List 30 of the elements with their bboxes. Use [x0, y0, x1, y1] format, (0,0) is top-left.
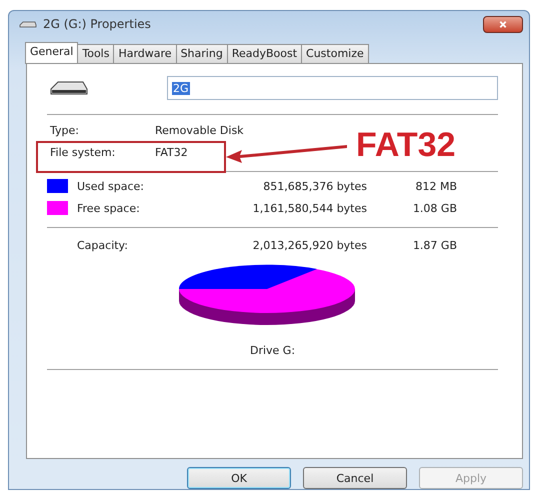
tab[interactable]: General [25, 42, 78, 64]
drive-icon [19, 20, 37, 28]
close-icon [498, 20, 508, 28]
bytes-value: 851,685,376 bytes [262, 180, 367, 192]
tab[interactable]: ReadyBoost [226, 44, 302, 63]
tab[interactable]: Tools [77, 44, 114, 63]
arrow-icon [224, 144, 349, 164]
drive-icon [49, 80, 89, 96]
callout-text: FAT32 [356, 126, 456, 165]
size-value: 1.08 GB [412, 202, 457, 214]
space-label: Used space: [77, 180, 146, 192]
field-value: FAT32 [155, 146, 188, 159]
size-value: 812 MB [414, 180, 457, 192]
window-title: 2G (G:) Properties [43, 17, 152, 31]
capacity-label: Capacity: [77, 238, 129, 252]
space-label: Free space: [77, 202, 141, 214]
tab[interactable]: Sharing [176, 44, 228, 63]
field-value: Removable Disk [155, 124, 244, 137]
dialog-button[interactable]: Cancel [303, 467, 407, 489]
size-value: 1.87 GB [412, 238, 457, 252]
name-field[interactable]: 2G [167, 76, 498, 100]
bytes-value: 1,161,580,544 bytes [252, 202, 367, 214]
field-label: File system: [50, 146, 116, 159]
close-button[interactable] [483, 16, 523, 32]
field-label: Type: [50, 124, 80, 137]
dialog-button[interactable]: OK [187, 467, 291, 489]
drive-label: Drive G: [248, 344, 296, 357]
tab[interactable]: Customize [301, 44, 369, 63]
bytes-value: 2,013,265,920 bytes [252, 238, 367, 252]
tab[interactable]: Hardware [113, 44, 177, 63]
